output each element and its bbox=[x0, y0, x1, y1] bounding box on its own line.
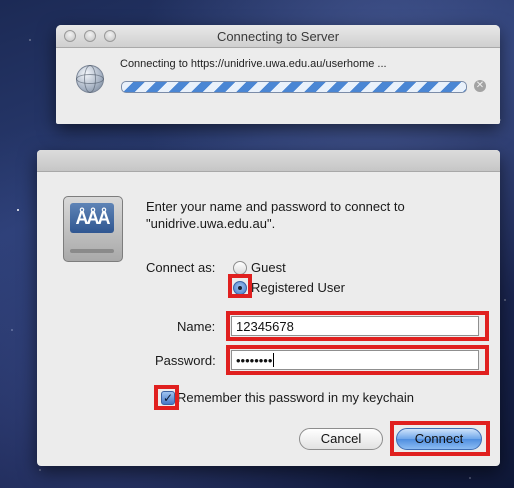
connect-as-label: Connect as: bbox=[146, 260, 216, 275]
drive-slot bbox=[70, 249, 114, 253]
login-dialog-titlebar bbox=[37, 150, 500, 172]
connecting-window: Connecting to Server Connecting to https… bbox=[56, 25, 500, 124]
connect-button[interactable]: Connect bbox=[396, 428, 482, 450]
registered-user-radio[interactable] bbox=[233, 281, 247, 295]
guest-radio[interactable] bbox=[233, 261, 247, 275]
stop-icon[interactable]: ✕ bbox=[474, 80, 486, 92]
name-field[interactable]: 12345678 bbox=[231, 316, 479, 336]
name-field-value: 12345678 bbox=[236, 319, 294, 334]
connection-progress-bar bbox=[121, 81, 467, 93]
file-server-icon: ÅÅÅ bbox=[63, 196, 123, 262]
progress-fill bbox=[122, 82, 466, 92]
remember-password-label[interactable]: Remember this password in my keychain bbox=[177, 390, 414, 405]
connecting-titlebar: Connecting to Server bbox=[56, 25, 500, 48]
globe-icon bbox=[76, 65, 104, 93]
password-field-value: •••••••• bbox=[236, 353, 273, 368]
connecting-status-text: Connecting to https://unidrive.uwa.edu.a… bbox=[120, 58, 387, 70]
remember-password-checkbox[interactable]: ✓ bbox=[161, 391, 175, 405]
cancel-button[interactable]: Cancel bbox=[299, 428, 383, 450]
login-dialog: ÅÅÅ Enter your name and password to conn… bbox=[37, 150, 500, 466]
login-prompt: Enter your name and password to connect … bbox=[146, 199, 405, 231]
password-label: Password: bbox=[155, 353, 216, 368]
guest-option-label[interactable]: Guest bbox=[251, 260, 286, 275]
text-caret bbox=[273, 353, 275, 367]
name-label: Name: bbox=[177, 319, 216, 334]
password-field[interactable]: •••••••• bbox=[231, 350, 479, 370]
users-icon: ÅÅÅ bbox=[70, 203, 114, 233]
registered-user-option-label[interactable]: Registered User bbox=[251, 280, 345, 295]
connecting-window-title: Connecting to Server bbox=[216, 29, 340, 44]
